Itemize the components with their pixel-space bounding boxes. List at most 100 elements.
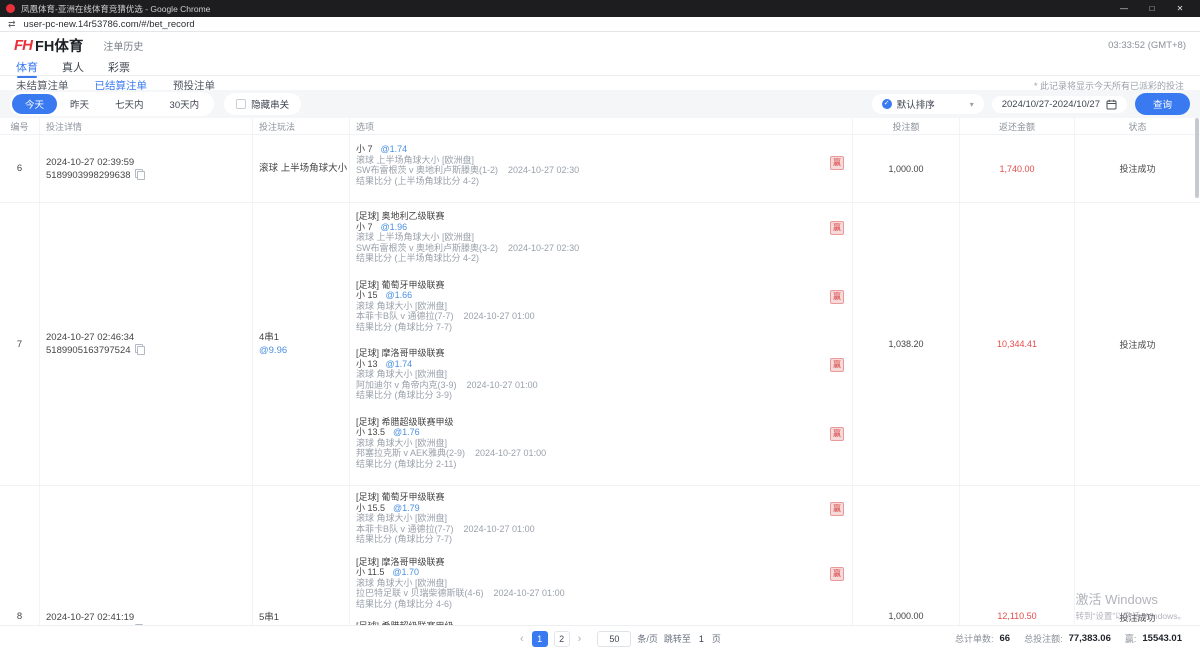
- scrollbar-thumb[interactable]: [1195, 118, 1199, 198]
- pagination: ‹ 1 2 › 条/页 跳转至 1 页: [518, 626, 721, 650]
- col-header-status: 状态: [1075, 118, 1200, 134]
- leg-match: 拉巴特足联 v 贝瑞柴德斯联(4-6): [356, 588, 484, 598]
- tab-switch-icon[interactable]: ⇄: [8, 19, 16, 30]
- play-total-odds: @9.96: [259, 344, 287, 357]
- browser-urlbar: ⇄ user-pc-new.14r53786.com/#/bet_record: [0, 17, 1200, 32]
- leg-match-time: 2024-10-27 01:00: [464, 311, 535, 321]
- filter-today[interactable]: 今天: [12, 94, 57, 114]
- leg-market: 滚球 角球大小 [欧洲盘]: [356, 369, 852, 380]
- address-url[interactable]: user-pc-new.14r53786.com/#/bet_record: [24, 19, 195, 30]
- minimize-button[interactable]: —: [1110, 0, 1138, 17]
- status-badge: 投注成功: [1075, 135, 1200, 202]
- date-range-picker[interactable]: 2024/10/27-2024/10/27: [992, 96, 1127, 113]
- summary-totals: 总计单数: 66 总投注额: 77,383.06 赢: 15543.01: [955, 626, 1190, 650]
- content-area: 今天 昨天 七天内 30天内 隐藏串关 ✓ 默认排序 ▾ 2024/10/27-…: [0, 90, 1200, 625]
- leg-result-badge: 赢: [830, 156, 844, 170]
- tab-lottery[interactable]: 彩票: [108, 59, 130, 75]
- leg-result: 结果比分 (上半场角球比分 4-2): [356, 253, 852, 264]
- leg-result: 结果比分 (上半场角球比分 4-2): [356, 176, 852, 187]
- leg-result-badge: 赢: [830, 358, 844, 372]
- tab-sports[interactable]: 体育: [16, 59, 38, 75]
- browser-titlebar: 凤凰体育-亚洲在线体育竞猜优选 - Google Chrome — □ ✕: [0, 0, 1200, 17]
- sort-select[interactable]: ✓ 默认排序 ▾: [872, 94, 984, 114]
- watermark-line2: 转到“设置”以激活 Windows。: [1075, 610, 1186, 622]
- total-win-value: 15543.01: [1142, 633, 1182, 644]
- footer-bar: ‹ 1 2 › 条/页 跳转至 1 页 总计单数: 66 总投注额: 77,38…: [0, 625, 1200, 650]
- watermark-line1: 激活 Windows: [1075, 589, 1186, 608]
- bet-time: 2024-10-27 02:39:59: [46, 156, 144, 169]
- leg-market: 滚球 上半场角球大小 [欧洲盘]: [356, 232, 852, 243]
- play-type: 滚球 上半场角球大小: [259, 162, 347, 175]
- leg-result-badge: 赢: [830, 290, 844, 304]
- total-count-value: 66: [1000, 633, 1011, 644]
- leg-odds: @1.74: [386, 359, 413, 369]
- bet-time: 2024-10-27 02:41:19: [46, 611, 144, 624]
- search-button[interactable]: 查询: [1135, 93, 1190, 115]
- status-badge: 投注成功: [1075, 203, 1200, 485]
- copy-icon[interactable]: [135, 169, 144, 179]
- jump-page-input[interactable]: 1: [697, 634, 706, 644]
- filter-7days[interactable]: 七天内: [102, 94, 157, 114]
- leg-odds: @1.66: [386, 290, 413, 300]
- payout-amount: 1,740.00: [960, 135, 1075, 202]
- leg-result: 结果比分 (角球比分 7-7): [356, 534, 852, 545]
- filter-30days[interactable]: 30天内: [157, 94, 213, 114]
- play-type: 5串1: [259, 611, 292, 624]
- total-win-label: 赢:: [1125, 632, 1137, 645]
- leg-selection: 小 7: [356, 222, 373, 232]
- col-header-amount: 投注额: [853, 118, 960, 134]
- screen: 凤凰体育-亚洲在线体育竞猜优选 - Google Chrome — □ ✕ ⇄ …: [0, 0, 1200, 650]
- filter-right-group: ✓ 默认排序 ▾ 2024/10/27-2024/10/27 查询: [872, 93, 1190, 115]
- leg-match: SW布雷根茨 v 奥地利卢斯滕奥(1-2): [356, 165, 498, 175]
- leg-league: [足球] 希腊超级联赛甲级: [356, 417, 852, 428]
- main-tabs: 体育 真人 彩票: [0, 59, 1200, 76]
- leg-league: [足球] 摩洛哥甲级联赛: [356, 348, 852, 359]
- leg-result-badge: 赢: [830, 221, 844, 235]
- page-size-input[interactable]: [597, 631, 631, 647]
- bet-detail-cell: 2024-10-27 02:41:19 5189904235821852: [40, 486, 253, 625]
- col-header-detail: 投注详情: [40, 118, 253, 134]
- hide-parlay-checkbox[interactable]: [236, 99, 246, 109]
- next-page-button[interactable]: ›: [576, 633, 584, 645]
- leg-odds: @1.79: [393, 503, 420, 513]
- sort-icon: ✓: [882, 99, 892, 109]
- play-type: 4串1: [259, 331, 287, 344]
- total-amount-value: 77,383.06: [1069, 633, 1111, 644]
- tab-live[interactable]: 真人: [62, 59, 84, 75]
- prev-page-button[interactable]: ‹: [518, 633, 526, 645]
- filter-yesterday[interactable]: 昨天: [57, 94, 102, 114]
- maximize-button[interactable]: □: [1138, 0, 1166, 17]
- filter-bar: 今天 昨天 七天内 30天内 隐藏串关 ✓ 默认排序 ▾ 2024/10/27-…: [0, 90, 1200, 118]
- leg-match-time: 2024-10-27 01:00: [464, 524, 535, 534]
- leg-match: 本菲卡B队 v 通德拉(7-7): [356, 311, 454, 321]
- bet-detail-cell: 2024-10-27 02:39:59 5189903998299638: [40, 135, 253, 202]
- leg-league: [足球] 葡萄牙甲级联赛: [356, 280, 852, 291]
- close-button[interactable]: ✕: [1166, 0, 1194, 17]
- date-range-pills: 今天 昨天 七天内 30天内: [10, 92, 214, 116]
- leg-result-badge: 赢: [830, 567, 844, 581]
- windows-activation-watermark: 激活 Windows 转到“设置”以激活 Windows。: [1075, 589, 1186, 622]
- page-2-button[interactable]: 2: [554, 631, 570, 647]
- leg-result-badge: 赢: [830, 502, 844, 516]
- window-title: 凤凰体育-亚洲在线体育竞猜优选 - Google Chrome: [21, 3, 1110, 15]
- bet-amount: 1,000.00: [853, 135, 960, 202]
- bet-leg: [足球] 奥地利乙级联赛 小 7@1.96 滚球 上半场角球大小 [欧洲盘] S…: [356, 211, 852, 264]
- leg-selection: 小 13: [356, 359, 378, 369]
- leg-league: [足球] 摩洛哥甲级联赛: [356, 557, 852, 568]
- leg-result: 结果比分 (角球比分 7-7): [356, 322, 852, 333]
- option-cell: [足球] 奥地利乙级联赛 小 7@1.96 滚球 上半场角球大小 [欧洲盘] S…: [350, 203, 853, 485]
- bet-id: 5189905163797524: [46, 345, 131, 356]
- leg-selection: 小 15.5: [356, 503, 385, 513]
- copy-icon[interactable]: [135, 344, 144, 354]
- page-1-button[interactable]: 1: [532, 631, 548, 647]
- col-header-option: 选项: [350, 118, 853, 134]
- leg-match-time: 2024-10-27 01:00: [467, 380, 538, 390]
- bet-detail-cell: 2024-10-27 02:46:34 5189905163797524: [40, 203, 253, 485]
- hide-parlay-toggle[interactable]: 隐藏串关: [224, 93, 301, 115]
- leg-league: [足球] 葡萄牙甲级联赛: [356, 492, 852, 503]
- leg-result: 结果比分 (角球比分 3-9): [356, 390, 852, 401]
- play-type-cell: 4串1 @9.96: [253, 203, 350, 485]
- col-header-payout: 返还金额: [960, 118, 1075, 134]
- leg-market: 滚球 角球大小 [欧洲盘]: [356, 438, 852, 449]
- window-controls: — □ ✕: [1110, 0, 1194, 17]
